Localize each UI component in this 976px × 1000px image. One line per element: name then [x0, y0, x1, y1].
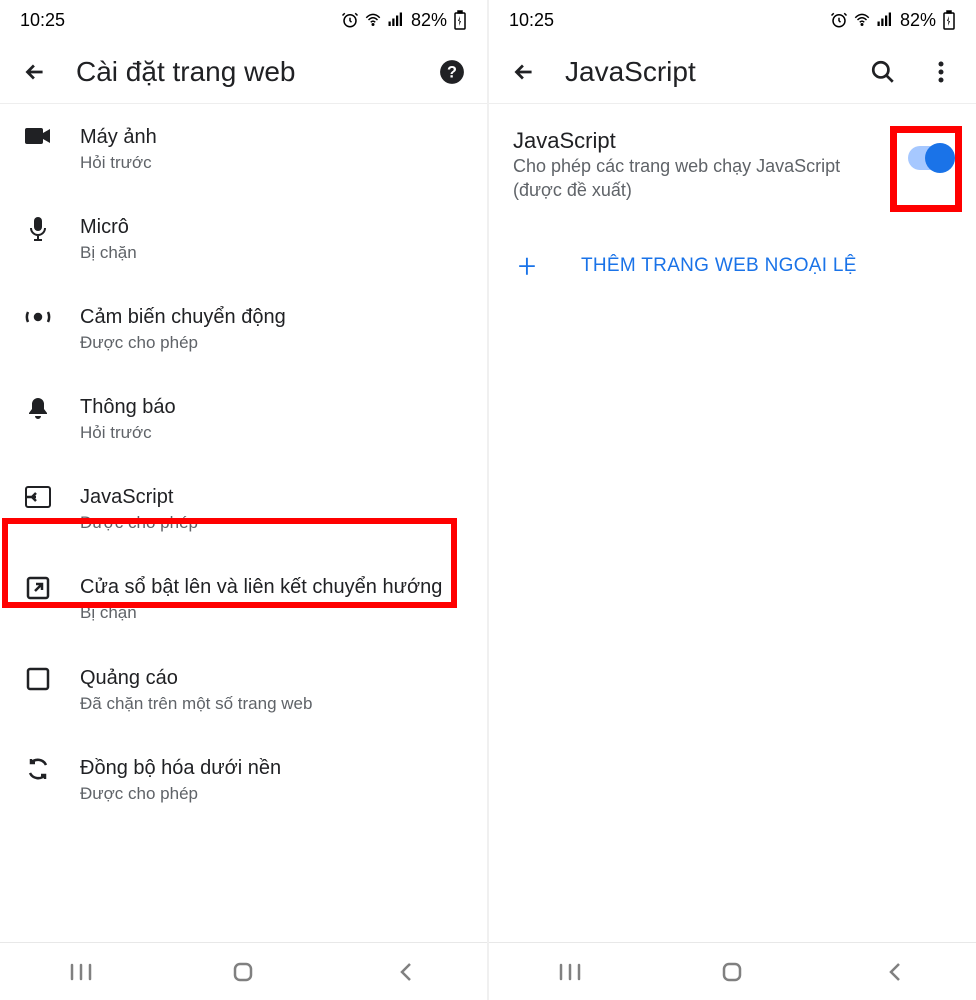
add-exception-row[interactable]: + THÊM TRANG WEB NGOẠI LỆ — [489, 217, 976, 315]
status-bar: 10:25 82% — [489, 0, 976, 40]
row-ads[interactable]: Quảng cáo Đã chặn trên một số trang web — [0, 645, 487, 735]
chevron-left-icon — [886, 960, 904, 984]
more-vert-icon — [938, 60, 944, 84]
javascript-settings: JavaScript Cho phép các trang web chạy J… — [489, 104, 976, 942]
back-button[interactable] — [507, 55, 541, 89]
javascript-toggle-row: JavaScript Cho phép các trang web chạy J… — [489, 104, 976, 217]
row-sub: Bị chặn — [80, 242, 463, 264]
row-motion[interactable]: Cảm biến chuyển động Được cho phép — [0, 284, 487, 374]
back-nav-button[interactable] — [865, 957, 925, 987]
motion-icon — [25, 306, 51, 328]
sync-icon — [26, 757, 50, 781]
back-nav-button[interactable] — [376, 957, 436, 987]
recents-icon — [69, 962, 93, 982]
app-bar: Cài đặt trang web ? — [0, 40, 487, 104]
plus-icon: + — [513, 247, 541, 285]
wifi-icon — [364, 11, 382, 29]
more-button[interactable] — [924, 55, 958, 89]
signal-icon — [876, 11, 894, 29]
chevron-left-icon — [397, 960, 415, 984]
status-bar: 10:25 82% — [0, 0, 487, 40]
alarm-icon — [341, 11, 359, 29]
clock-text: 10:25 — [509, 10, 554, 31]
recents-icon — [558, 962, 582, 982]
row-camera[interactable]: Máy ảnh Hỏi trước — [0, 104, 487, 194]
clock-text: 10:25 — [20, 10, 65, 31]
status-right: 82% — [830, 10, 956, 31]
help-button[interactable]: ? — [435, 55, 469, 89]
bell-icon — [27, 396, 49, 422]
status-icons — [830, 11, 894, 29]
row-sub: Được cho phép — [80, 783, 463, 805]
row-background-sync[interactable]: Đồng bộ hóa dưới nền Được cho phép — [0, 735, 487, 825]
row-sub: Bị chặn — [80, 602, 463, 624]
page-title: Cài đặt trang web — [76, 56, 411, 88]
search-icon — [870, 59, 896, 85]
row-title: JavaScript — [80, 484, 463, 510]
row-popups[interactable]: Cửa sổ bật lên và liên kết chuyển hướng … — [0, 554, 487, 644]
row-sub: Được cho phép — [80, 512, 463, 534]
toggle-title: JavaScript — [513, 128, 888, 154]
row-sub: Hỏi trước — [80, 152, 463, 174]
row-title: Thông báo — [80, 394, 463, 420]
add-exception-label: THÊM TRANG WEB NGOẠI LỆ — [581, 255, 857, 277]
search-button[interactable] — [866, 55, 900, 89]
toggle-knob — [925, 143, 955, 173]
home-button[interactable] — [702, 957, 762, 987]
arrow-left-icon — [511, 59, 537, 85]
help-icon: ? — [439, 59, 465, 85]
row-javascript[interactable]: JavaScript Được cho phép — [0, 464, 487, 554]
mic-icon — [28, 216, 48, 242]
toggle-desc: Cho phép các trang web chạy JavaScript (… — [513, 154, 888, 203]
row-title: Cửa sổ bật lên và liên kết chuyển hướng — [80, 574, 463, 600]
row-title: Micrô — [80, 214, 463, 240]
page-title: JavaScript — [565, 56, 842, 88]
home-button[interactable] — [213, 957, 273, 987]
popup-icon — [26, 576, 50, 600]
battery-text: 82% — [900, 10, 936, 31]
svg-text:?: ? — [447, 63, 457, 81]
row-notifications[interactable]: Thông báo Hỏi trước — [0, 374, 487, 464]
javascript-toggle[interactable] — [908, 146, 952, 170]
ads-icon — [26, 667, 50, 691]
status-icons — [341, 11, 405, 29]
battery-icon — [453, 10, 467, 30]
battery-icon — [942, 10, 956, 30]
battery-text: 82% — [411, 10, 447, 31]
row-title: Cảm biến chuyển động — [80, 304, 463, 330]
nav-bar — [489, 942, 976, 1000]
arrow-left-icon — [22, 59, 48, 85]
signal-icon — [387, 11, 405, 29]
alarm-icon — [830, 11, 848, 29]
row-sub: Đã chặn trên một số trang web — [80, 693, 463, 715]
recents-button[interactable] — [51, 957, 111, 987]
app-bar: JavaScript — [489, 40, 976, 104]
home-icon — [720, 960, 744, 984]
status-right: 82% — [341, 10, 467, 31]
row-sub: Được cho phép — [80, 332, 463, 354]
phone-left: 10:25 82% Cài đặt trang web ? Máy ảnh Hỏ… — [0, 0, 487, 1000]
nav-bar — [0, 942, 487, 1000]
row-title: Máy ảnh — [80, 124, 463, 150]
settings-list: Máy ảnh Hỏi trước Micrô Bị chặn Cảm biến… — [0, 104, 487, 942]
phone-right: 10:25 82% JavaScript JavaScript Cho phé — [489, 0, 976, 1000]
row-title: Quảng cáo — [80, 665, 463, 691]
recents-button[interactable] — [540, 957, 600, 987]
javascript-icon — [25, 486, 51, 508]
back-button[interactable] — [18, 55, 52, 89]
row-sub: Hỏi trước — [80, 422, 463, 444]
wifi-icon — [853, 11, 871, 29]
row-title: Đồng bộ hóa dưới nền — [80, 755, 463, 781]
row-microphone[interactable]: Micrô Bị chặn — [0, 194, 487, 284]
home-icon — [231, 960, 255, 984]
camera-icon — [25, 126, 51, 146]
